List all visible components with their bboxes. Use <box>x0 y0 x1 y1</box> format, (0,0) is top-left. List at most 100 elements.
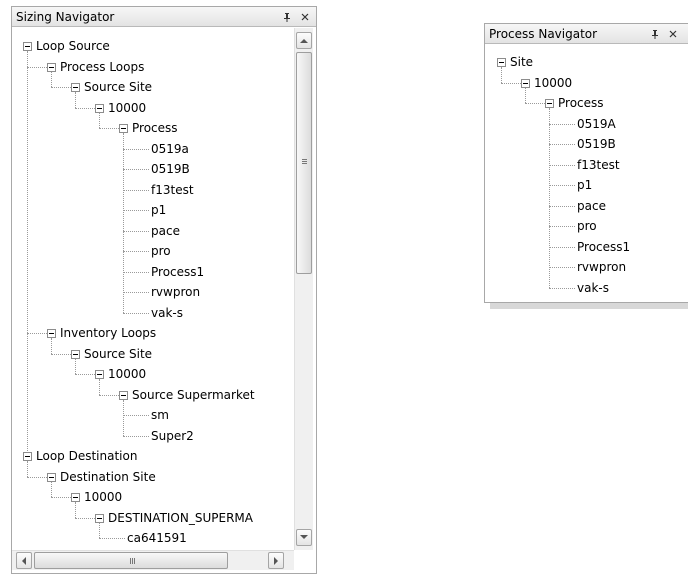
tree-connector <box>51 71 52 88</box>
tree-connector <box>123 292 149 294</box>
collapse-icon[interactable] <box>95 103 104 113</box>
tree-node-label[interactable]: 10000 <box>84 487 122 508</box>
sizing-navigator-panel: Sizing Navigator Loop Source Process Loop… <box>11 6 317 574</box>
collapse-icon[interactable] <box>521 78 530 88</box>
tree-node-label[interactable]: Destination Site <box>60 467 156 488</box>
tree-connector <box>99 394 119 396</box>
tree-connector <box>123 312 149 314</box>
tree-connector <box>123 271 149 273</box>
tree-connector <box>123 230 149 232</box>
tree-connector <box>549 205 575 207</box>
tree-node-label[interactable]: Process <box>132 118 178 139</box>
collapse-icon[interactable] <box>497 58 506 68</box>
tree-node-label[interactable]: Process <box>558 93 604 114</box>
tree-node-label[interactable]: pace <box>151 221 180 242</box>
tree-node-label[interactable]: pro <box>151 241 171 262</box>
collapse-icon[interactable] <box>47 62 56 72</box>
collapse-icon[interactable] <box>95 513 104 523</box>
process-tree: Site 10000 Process 0519A 0519B f13test p1 pace p… <box>485 44 688 302</box>
close-icon[interactable] <box>298 10 312 24</box>
tree-connector <box>75 374 95 376</box>
tree-node-label[interactable]: vak-s <box>577 278 609 299</box>
tree-node-label[interactable]: p1 <box>151 200 166 221</box>
scroll-right-button[interactable] <box>268 552 284 569</box>
close-icon[interactable] <box>666 27 680 41</box>
tree-node-label[interactable]: 10000 <box>108 364 146 385</box>
collapse-icon[interactable] <box>71 83 80 93</box>
tree-node-label[interactable]: Loop Destination <box>36 446 137 467</box>
tree-connector <box>525 87 526 104</box>
tree-node-label[interactable]: vak-s <box>151 303 183 324</box>
tree-node-label[interactable]: f13test <box>577 155 620 176</box>
tree-connector <box>549 287 575 289</box>
tree-node-label[interactable]: p1 <box>577 175 592 196</box>
tree-node-label[interactable]: DESTINATION_SUPERMA <box>108 508 253 529</box>
tree-node-label[interactable]: 0519a <box>151 139 189 160</box>
tree-node-label[interactable]: Inventory Loops <box>60 323 156 344</box>
tree-connector <box>549 185 575 187</box>
sizing-navigator-title: Sizing Navigator <box>16 9 115 24</box>
tree-connector <box>549 164 575 166</box>
tree-node-label[interactable]: ca641591 <box>127 528 187 549</box>
collapse-icon[interactable] <box>119 124 128 134</box>
tree-connector <box>99 112 100 129</box>
tree-node-label[interactable]: Source Supermarket <box>132 385 255 406</box>
tree-node-label[interactable]: Process1 <box>151 262 204 283</box>
tree-node-label[interactable]: Loop Source <box>36 36 110 57</box>
tree-node-label[interactable]: Process Loops <box>60 57 144 78</box>
tree-connector <box>549 246 575 248</box>
sizing-vertical-scrollbar[interactable] <box>294 28 313 550</box>
tree-node-label[interactable]: Source Site <box>84 77 152 98</box>
scroll-left-button[interactable] <box>16 552 32 569</box>
tree-connector <box>51 87 71 89</box>
collapse-icon[interactable] <box>47 472 56 482</box>
collapse-icon[interactable] <box>71 493 80 503</box>
sizing-horizontal-scrollbar[interactable] <box>12 550 294 570</box>
tree-connector <box>75 92 76 108</box>
tree-node-label[interactable]: f13test <box>151 180 194 201</box>
tree-node-label[interactable]: Source Site <box>84 344 152 365</box>
tree-node-label[interactable]: Site <box>510 52 533 73</box>
pin-icon[interactable] <box>280 10 294 24</box>
tree-connector <box>27 66 47 68</box>
tree-node-label[interactable]: pro <box>577 216 597 237</box>
tree-node-label[interactable]: 10000 <box>108 98 146 119</box>
tree-connector <box>549 226 575 228</box>
scroll-down-button[interactable] <box>296 529 312 546</box>
tree-connector <box>549 108 550 288</box>
tree-connector <box>75 502 76 518</box>
tree-node-label[interactable]: sm <box>151 405 169 426</box>
scroll-up-button[interactable] <box>296 32 312 49</box>
collapse-icon[interactable] <box>545 99 554 109</box>
tree-connector <box>51 338 52 354</box>
sizing-tree: Loop Source Process Loops Source Site 10000… <box>12 27 292 549</box>
collapse-icon[interactable] <box>23 452 32 462</box>
process-navigator-title: Process Navigator <box>489 26 598 41</box>
collapse-icon[interactable] <box>95 370 104 380</box>
tree-connector <box>27 51 28 452</box>
tree-connector <box>99 538 125 540</box>
tree-connector <box>123 210 149 212</box>
collapse-icon[interactable] <box>47 329 56 339</box>
collapse-icon[interactable] <box>23 42 32 52</box>
vertical-scroll-thumb[interactable] <box>296 52 312 274</box>
tree-node-label[interactable]: 0519B <box>577 134 616 155</box>
collapse-icon[interactable] <box>119 390 128 400</box>
tree-connector <box>99 379 100 395</box>
collapse-icon[interactable] <box>71 349 80 359</box>
tree-node-label[interactable]: 0519A <box>577 114 616 135</box>
pin-icon[interactable] <box>648 27 662 41</box>
tree-node-label[interactable]: Process1 <box>577 237 630 258</box>
tree-node-label[interactable]: 10000 <box>534 73 572 94</box>
tree-connector <box>27 461 28 477</box>
tree-node-label[interactable]: 0519B <box>151 159 190 180</box>
tree-node-label[interactable]: rvwpron <box>577 257 626 278</box>
tree-node-label[interactable]: rvwpron <box>151 282 200 303</box>
tree-node-label[interactable]: Super2 <box>151 426 194 447</box>
tree-connector <box>75 517 95 519</box>
tree-connector <box>75 107 95 109</box>
horizontal-scroll-thumb[interactable] <box>34 552 228 569</box>
tree-connector <box>51 353 71 355</box>
tree-connector <box>27 476 47 478</box>
tree-node-label[interactable]: pace <box>577 196 606 217</box>
